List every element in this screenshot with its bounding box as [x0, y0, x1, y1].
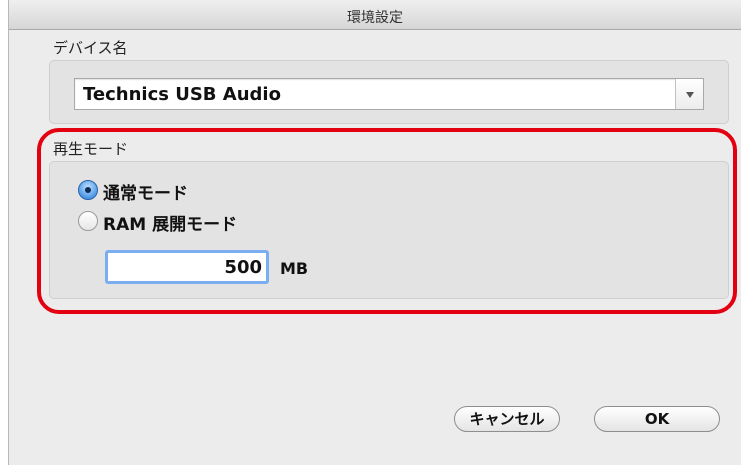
playback-group: 通常モード RAM 展開モード MB	[49, 161, 729, 299]
device-select-value: Technics USB Audio	[83, 84, 281, 105]
select-arrow[interactable]	[675, 79, 703, 109]
radio-ram-mode[interactable]: RAM 展開モード	[78, 209, 318, 235]
ram-size-field[interactable]	[105, 250, 269, 284]
device-group: Technics USB Audio	[49, 60, 729, 124]
chevron-down-icon	[686, 92, 694, 98]
ok-button[interactable]: OK	[594, 406, 720, 432]
radio-normal-label[interactable]: 通常モード	[103, 179, 188, 204]
device-name-label: デバイス名	[53, 39, 128, 57]
window-title: 環境設定	[347, 10, 403, 26]
title-bar[interactable]: 環境設定	[9, 0, 741, 30]
radio-unselected-icon[interactable]	[78, 211, 98, 231]
radio-normal-mode[interactable]: 通常モード	[78, 178, 298, 204]
radio-ram-label[interactable]: RAM 展開モード	[103, 210, 237, 235]
ram-size-unit: MB	[280, 259, 309, 278]
radio-selected-icon[interactable]	[78, 180, 98, 200]
preferences-dialog: 環境設定 デバイス名 Technics USB Audio 再生モード 通常モー…	[8, 0, 741, 465]
device-select[interactable]: Technics USB Audio	[74, 78, 704, 110]
playback-mode-label: 再生モード	[53, 140, 129, 158]
ram-size-input[interactable]	[108, 253, 266, 281]
cancel-button[interactable]: キャンセル	[454, 406, 560, 432]
